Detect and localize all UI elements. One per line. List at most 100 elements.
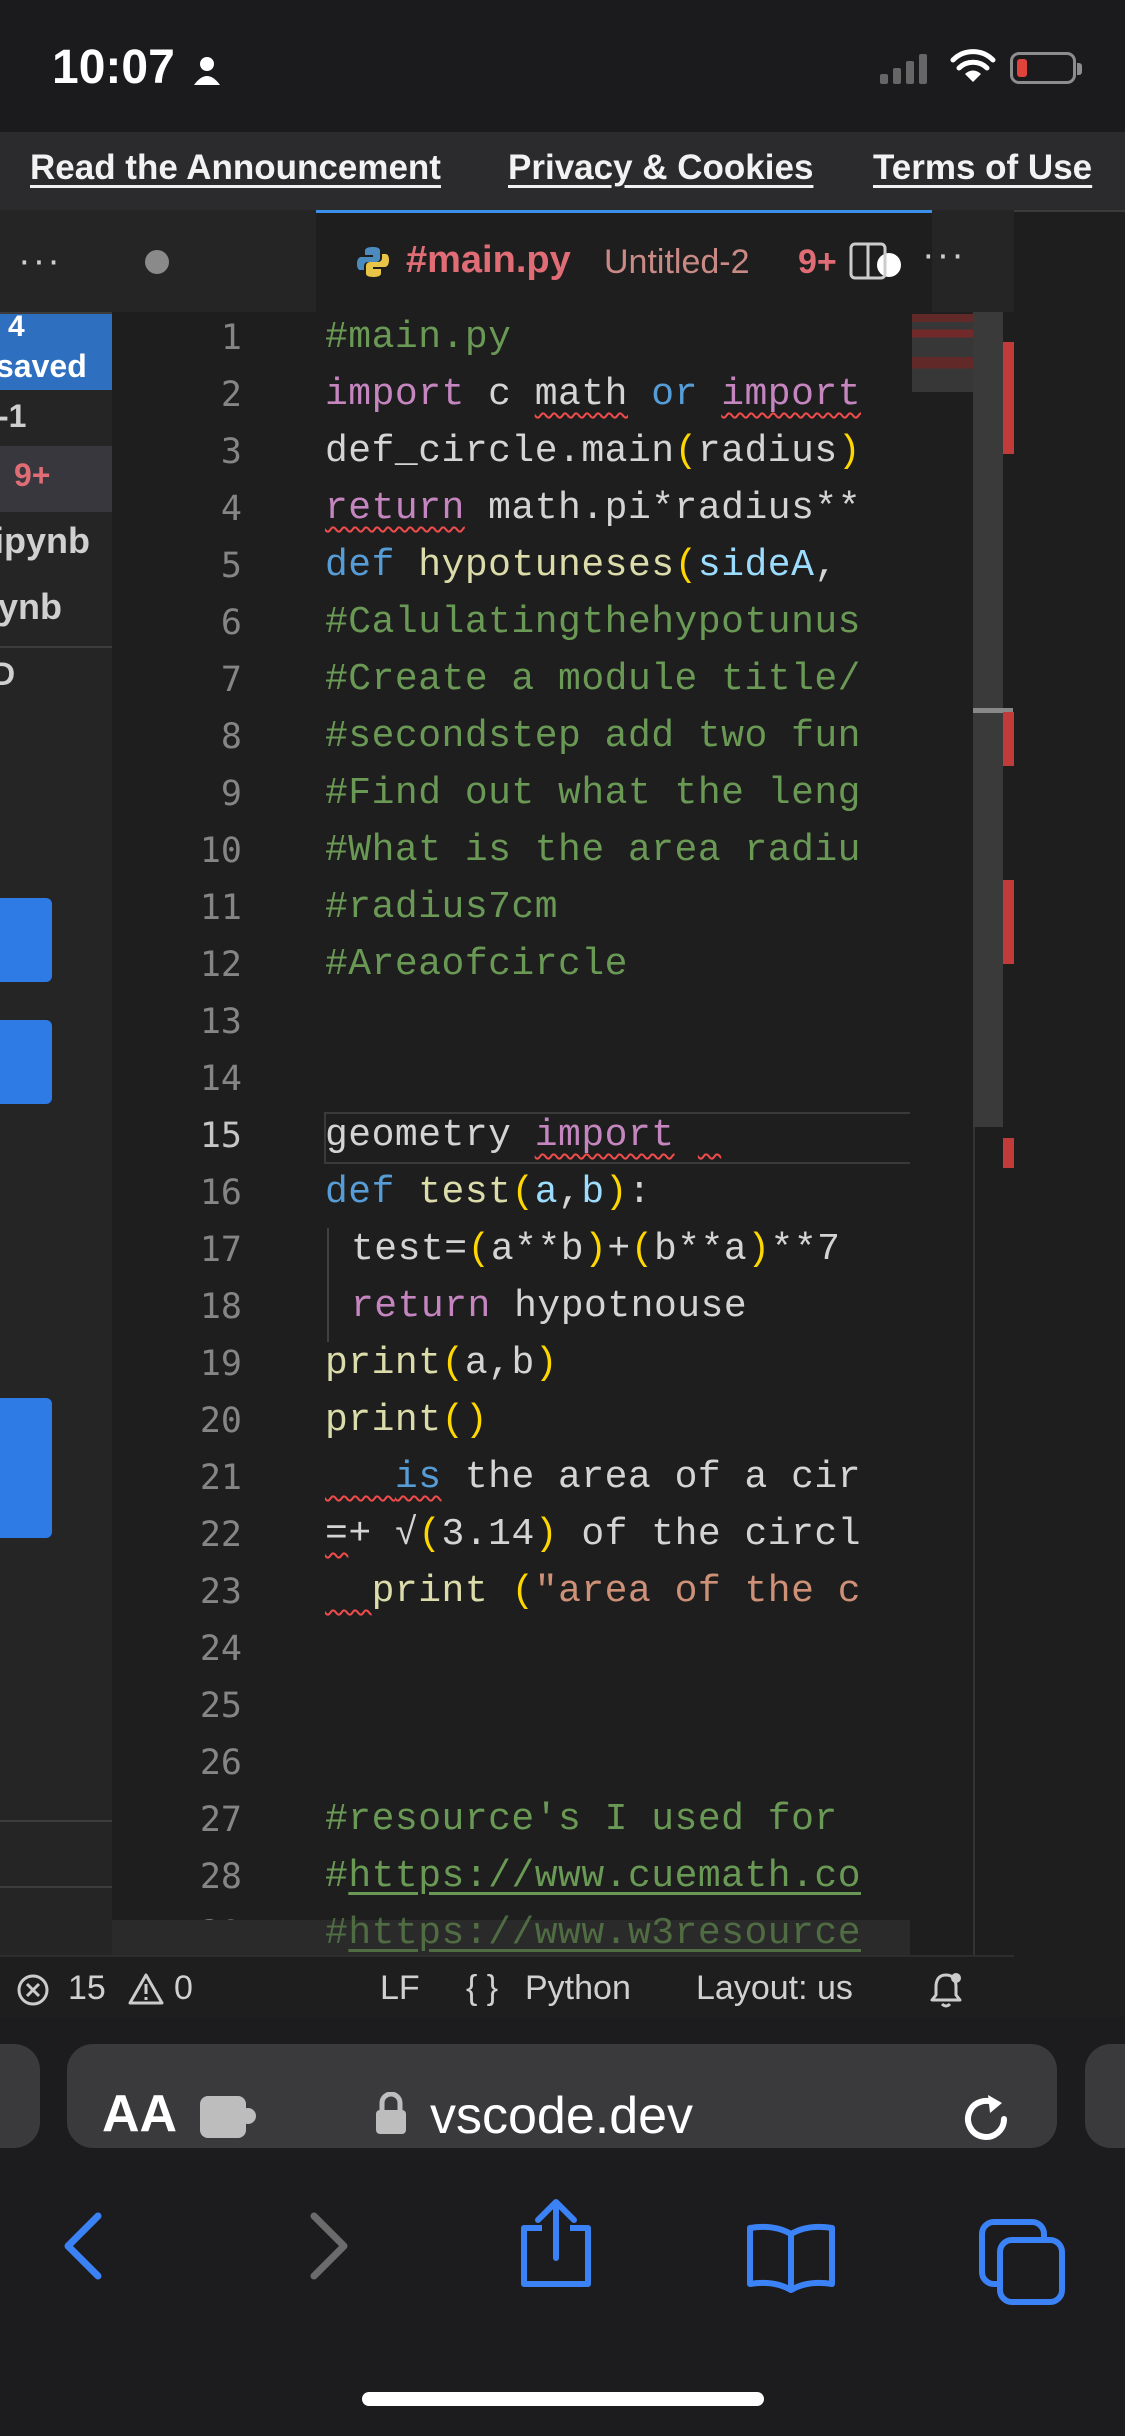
line-number: 10 bbox=[199, 831, 242, 871]
code-line: #Areaofcircle bbox=[325, 943, 628, 986]
line-number: 12 bbox=[199, 945, 242, 985]
line-number: 17 bbox=[199, 1230, 242, 1270]
line-number: 20 bbox=[199, 1401, 242, 1441]
share-icon[interactable] bbox=[516, 2198, 596, 2290]
sidebar-section-label: D bbox=[0, 656, 104, 693]
bookmarks-icon[interactable] bbox=[744, 2222, 838, 2294]
code-line: #What is the area radiu bbox=[325, 829, 861, 872]
code-editor[interactable]: 1 2 3 4 5 6 7 8 9 10 11 12 13 14 15 16 17 18 19 20 21 22 23 24 2… bbox=[112, 312, 1014, 1955]
code-line: #Create a module title/ bbox=[325, 658, 861, 701]
sidebar-item-ynb[interactable]: ynb bbox=[0, 586, 110, 628]
code-line: print() bbox=[325, 1399, 489, 1442]
line-number: 27 bbox=[199, 1800, 242, 1840]
python-icon bbox=[357, 247, 389, 277]
sidebar-item-saved: saved bbox=[0, 348, 87, 384]
clock: 10:07 bbox=[52, 41, 175, 94]
code-line: #https://www.cuemath.co bbox=[325, 1855, 861, 1898]
battery-icon bbox=[1010, 52, 1082, 84]
sidebar-item-problems: 9+ bbox=[14, 457, 51, 493]
code-line: test=(a**b)+(b**a)**7 bbox=[351, 1228, 841, 1271]
minimap-content bbox=[912, 314, 974, 392]
vscode-status-bar: 15 0 LF { } Python Layout: us bbox=[0, 1955, 1014, 2019]
error-count[interactable]: 15 bbox=[68, 1969, 106, 2008]
tab-file-name: #main.py bbox=[406, 239, 571, 281]
line-number: 3 bbox=[220, 432, 242, 472]
page-settings-button[interactable]: AA bbox=[102, 2084, 177, 2144]
home-indicator[interactable] bbox=[362, 2392, 764, 2406]
more-actions-icon[interactable]: ··· bbox=[922, 234, 966, 277]
sidebar-item-label[interactable]: -1 bbox=[0, 398, 110, 435]
previous-tab-preview[interactable] bbox=[0, 2044, 40, 2148]
line-number: 15 bbox=[199, 1116, 242, 1156]
line-number: 25 bbox=[199, 1686, 242, 1726]
editor-tab-bar: #main.py Untitled-2 9+ ··· bbox=[112, 210, 1014, 312]
code-line: #Find out what the leng bbox=[325, 772, 861, 815]
code-line: print ("area of the c bbox=[371, 1570, 862, 1613]
code-line: #resource's I used for bbox=[325, 1798, 838, 1841]
notifications-bell-icon[interactable] bbox=[928, 1971, 964, 2009]
next-tab-preview[interactable] bbox=[1085, 2044, 1125, 2148]
code-line: def_circle.main(radius) bbox=[325, 430, 862, 473]
line-number: 22 bbox=[199, 1515, 242, 1555]
keyboard-layout[interactable]: Layout: us bbox=[696, 1969, 853, 2008]
language-mode[interactable]: Python bbox=[525, 1969, 631, 2008]
error-marker bbox=[1003, 342, 1014, 454]
forward-icon[interactable] bbox=[302, 2210, 354, 2282]
line-number: 13 bbox=[199, 1002, 242, 1042]
line-number: 23 bbox=[199, 1572, 242, 1612]
code-line: def hypotuneses(sideA, bbox=[325, 544, 838, 587]
read-announcement-link[interactable]: Read the Announcement bbox=[30, 148, 441, 188]
line-number: 2 bbox=[220, 375, 242, 415]
cellular-signal-icon bbox=[880, 54, 927, 84]
tabs-icon[interactable] bbox=[978, 2218, 1068, 2306]
line-number: 7 bbox=[220, 660, 242, 700]
line-number: 16 bbox=[199, 1173, 242, 1213]
error-icon[interactable] bbox=[16, 1973, 50, 2007]
warning-icon[interactable] bbox=[128, 1973, 164, 2005]
wifi-icon bbox=[950, 49, 996, 82]
error-marker bbox=[1003, 880, 1014, 964]
code-line: =+ √(3.14) of the circl bbox=[325, 1513, 862, 1556]
line-number: 1 bbox=[220, 318, 242, 358]
code-line: #Calulatingthehypotunus bbox=[325, 601, 861, 644]
back-icon[interactable] bbox=[58, 2210, 110, 2282]
code-line: is the area of a cir bbox=[394, 1456, 861, 1499]
code-line: return hypotnouse bbox=[351, 1285, 748, 1328]
braces-icon: { } bbox=[466, 1969, 499, 2007]
tab-description: Untitled-2 bbox=[604, 243, 750, 281]
scrollbar-thumb[interactable] bbox=[973, 312, 1003, 1127]
line-number: 18 bbox=[199, 1287, 242, 1327]
code-line: #https://www.w3resource bbox=[325, 1912, 861, 1955]
reload-icon[interactable] bbox=[956, 2089, 1016, 2149]
warning-count[interactable]: 0 bbox=[174, 1969, 193, 2008]
ios-status-bar: 10:07 bbox=[0, 0, 1125, 132]
line-number: 21 bbox=[199, 1458, 242, 1498]
line-number: 19 bbox=[199, 1344, 242, 1384]
line-number: 11 bbox=[199, 888, 242, 928]
unsaved-dot-icon[interactable] bbox=[145, 250, 169, 274]
end-of-line[interactable]: LF bbox=[380, 1969, 420, 2008]
sidebar-button[interactable] bbox=[0, 1398, 52, 1538]
extension-icon[interactable] bbox=[198, 2090, 260, 2142]
code-line: import c math or import bbox=[325, 373, 862, 416]
code-line: return math.pi*radius** bbox=[325, 487, 861, 530]
tab-main-py[interactable]: #main.py Untitled-2 9+ bbox=[316, 210, 932, 312]
sidebar-button[interactable] bbox=[0, 898, 52, 982]
line-number: 26 bbox=[199, 1743, 242, 1783]
code-line: #main.py bbox=[325, 316, 512, 359]
indent-guide bbox=[327, 1228, 329, 1342]
sidebar-button[interactable] bbox=[0, 1020, 52, 1104]
privacy-cookies-link[interactable]: Privacy & Cookies bbox=[508, 148, 813, 188]
terms-of-use-link[interactable]: Terms of Use bbox=[873, 148, 1092, 188]
url-text[interactable]: vscode.dev bbox=[430, 2086, 693, 2146]
sidebar-item-ipynb[interactable]: ipynb bbox=[0, 520, 106, 562]
split-editor-icon[interactable] bbox=[848, 241, 888, 281]
divider bbox=[0, 1886, 112, 1888]
sidebar-item-count: 4 bbox=[8, 310, 25, 343]
error-marker bbox=[1003, 1138, 1014, 1168]
line-number: 5 bbox=[220, 546, 242, 586]
announcement-bar: Read the Announcement Privacy & Cookies … bbox=[0, 132, 1125, 212]
code-line: geometry import bbox=[325, 1114, 675, 1157]
person-icon bbox=[194, 57, 220, 85]
sidebar-more-icon[interactable]: ··· bbox=[18, 240, 62, 283]
